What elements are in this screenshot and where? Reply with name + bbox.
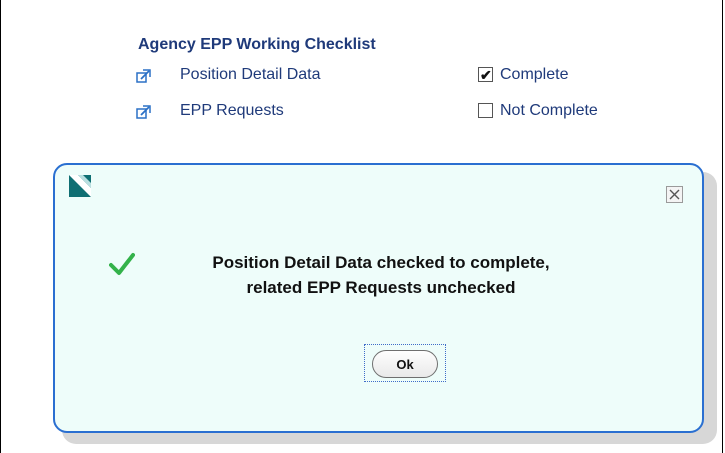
notification-dialog: Position Detail Data checked to complete… bbox=[53, 163, 704, 433]
checkmark-icon bbox=[109, 251, 135, 277]
checkmark-icon: ✔ bbox=[480, 67, 492, 83]
ok-button[interactable]: Ok bbox=[372, 350, 438, 378]
dialog-message-line1: Position Detail Data checked to complete… bbox=[212, 253, 550, 272]
close-icon bbox=[669, 189, 680, 200]
external-link-icon[interactable] bbox=[136, 104, 152, 120]
dialog-message-line2: related EPP Requests unchecked bbox=[246, 278, 516, 297]
close-button[interactable] bbox=[666, 186, 683, 203]
not-complete-label: Not Complete bbox=[500, 102, 598, 119]
not-complete-checkbox[interactable] bbox=[478, 103, 493, 118]
ok-button-focus-ring: Ok bbox=[364, 344, 446, 382]
epp-requests-link[interactable]: EPP Requests bbox=[180, 102, 284, 120]
dialog-message: Position Detail Data checked to complete… bbox=[147, 250, 615, 300]
checklist-title: Agency EPP Working Checklist bbox=[138, 36, 376, 53]
complete-checkbox[interactable]: ✔ bbox=[478, 67, 493, 83]
complete-label: Complete bbox=[500, 66, 569, 83]
app-logo-icon bbox=[69, 175, 91, 197]
checklist-item-epp-requests: EPP Requests Not Complete bbox=[136, 101, 656, 123]
position-detail-data-link[interactable]: Position Detail Data bbox=[180, 66, 321, 84]
checklist-item-position-detail-data: Position Detail Data ✔ Complete bbox=[136, 65, 656, 87]
external-link-icon[interactable] bbox=[136, 68, 152, 84]
